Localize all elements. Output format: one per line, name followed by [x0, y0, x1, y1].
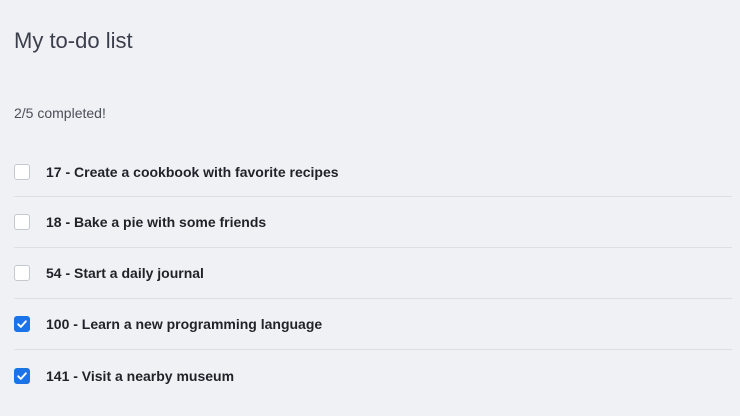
- todo-label: 100 - Learn a new programming language: [46, 316, 323, 332]
- todo-item: 54 - Start a daily journal: [14, 248, 732, 299]
- completion-status: 2/5 completed!: [14, 105, 106, 121]
- todo-checkbox[interactable]: [14, 265, 30, 281]
- todo-label: 18 - Bake a pie with some friends: [46, 214, 267, 230]
- todo-item: 18 - Bake a pie with some friends: [14, 197, 732, 248]
- todo-item: 17 - Create a cookbook with favorite rec…: [14, 147, 732, 197]
- todo-item: 100 - Learn a new programming language: [14, 299, 732, 350]
- todo-label: 54 - Start a daily journal: [46, 265, 204, 281]
- todo-checkbox[interactable]: [14, 163, 30, 180]
- todo-label: 141 - Visit a nearby museum: [46, 367, 235, 384]
- todo-checkbox[interactable]: [14, 214, 30, 230]
- todo-checkbox[interactable]: [14, 316, 30, 332]
- todo-checkbox[interactable]: [14, 367, 30, 384]
- todo-list: 17 - Create a cookbook with favorite rec…: [14, 147, 732, 401]
- page-title: My to-do list: [14, 28, 133, 53]
- checkmark-icon: [17, 320, 27, 328]
- todo-item: 141 - Visit a nearby museum: [14, 350, 732, 401]
- todo-label: 17 - Create a cookbook with favorite rec…: [46, 163, 339, 180]
- checkmark-icon: [17, 371, 27, 380]
